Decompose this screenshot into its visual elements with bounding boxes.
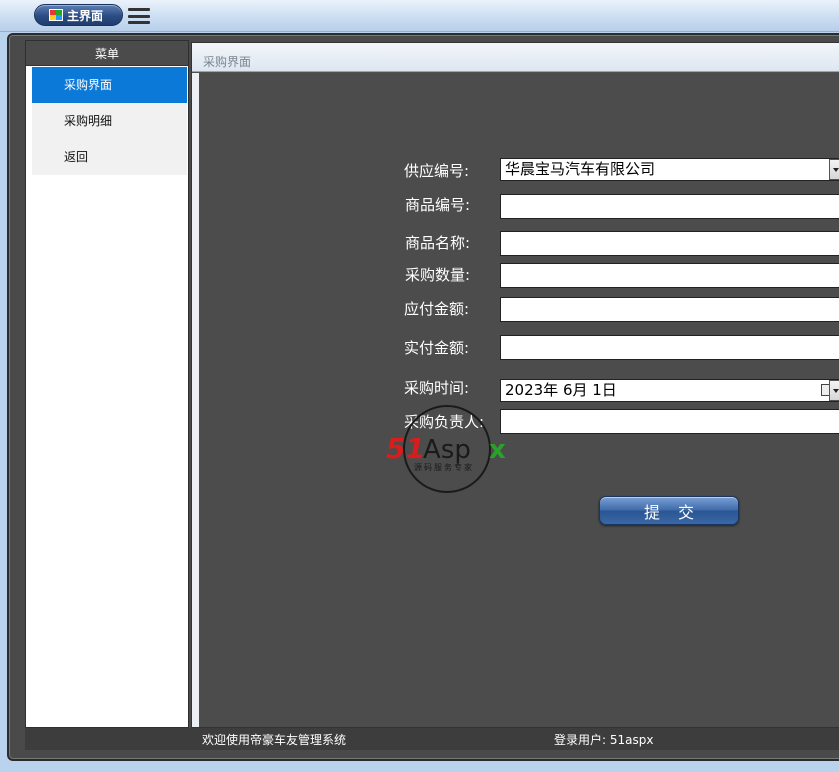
date-label: 采购时间: <box>404 379 470 397</box>
submit-button[interactable]: 提交 <box>599 496 739 525</box>
svg-text:源码服务专家: 源码服务专家 <box>414 462 474 472</box>
product-id-input[interactable] <box>500 194 839 219</box>
svg-text:Asp: Asp <box>423 435 471 465</box>
watermark-logo: 51 Asp x 源码服务专家 <box>385 403 515 495</box>
main-menu-button[interactable]: 主界面 <box>34 4 123 26</box>
date-picker[interactable]: 2023年 6月 1日 <box>500 379 839 402</box>
content-gutter <box>192 73 199 727</box>
sidebar-item-back[interactable]: 返回 <box>32 139 187 175</box>
content-title: 采购界面 <box>192 43 839 72</box>
product-name-label: 商品名称: <box>405 234 471 252</box>
calendar-dropdown-icon[interactable] <box>829 380 839 401</box>
paid-label: 实付金额: <box>404 339 470 357</box>
sidebar: 菜单 采购界面 采购明细 返回 <box>25 40 189 728</box>
top-ribbon: 主界面 <box>0 0 839 32</box>
supplier-dropdown-icon[interactable] <box>829 159 839 180</box>
hamburger-menu-icon[interactable] <box>128 8 150 24</box>
sidebar-title: 菜单 <box>26 41 188 66</box>
svg-text:x: x <box>489 435 506 465</box>
product-id-label: 商品编号: <box>405 196 471 214</box>
payable-label: 应付金额: <box>404 300 470 318</box>
product-name-input[interactable] <box>500 231 839 256</box>
app-logo-icon <box>49 9 63 21</box>
sidebar-item-purchase[interactable]: 采购界面 <box>32 67 187 103</box>
watermark-brand-51: 51 <box>386 432 425 465</box>
payable-input[interactable] <box>500 297 839 322</box>
status-bar: 欢迎使用帝豪车友管理系统 登录用户: 51aspx <box>25 728 839 750</box>
quantity-label: 采购数量: <box>405 266 471 284</box>
paid-input[interactable] <box>500 335 839 360</box>
supplier-label: 供应编号: <box>404 162 470 180</box>
main-menu-label: 主界面 <box>67 8 104 23</box>
sidebar-item-purchase-detail[interactable]: 采购明细 <box>32 103 187 139</box>
login-user-text: 登录用户: 51aspx <box>554 733 654 747</box>
welcome-text: 欢迎使用帝豪车友管理系统 <box>202 733 347 747</box>
owner-input[interactable] <box>500 409 839 434</box>
sidebar-menu: 采购界面 采购明细 返回 <box>32 67 187 175</box>
quantity-input[interactable] <box>500 263 839 288</box>
supplier-select[interactable]: 华晨宝马汽车有限公司 <box>500 158 839 181</box>
